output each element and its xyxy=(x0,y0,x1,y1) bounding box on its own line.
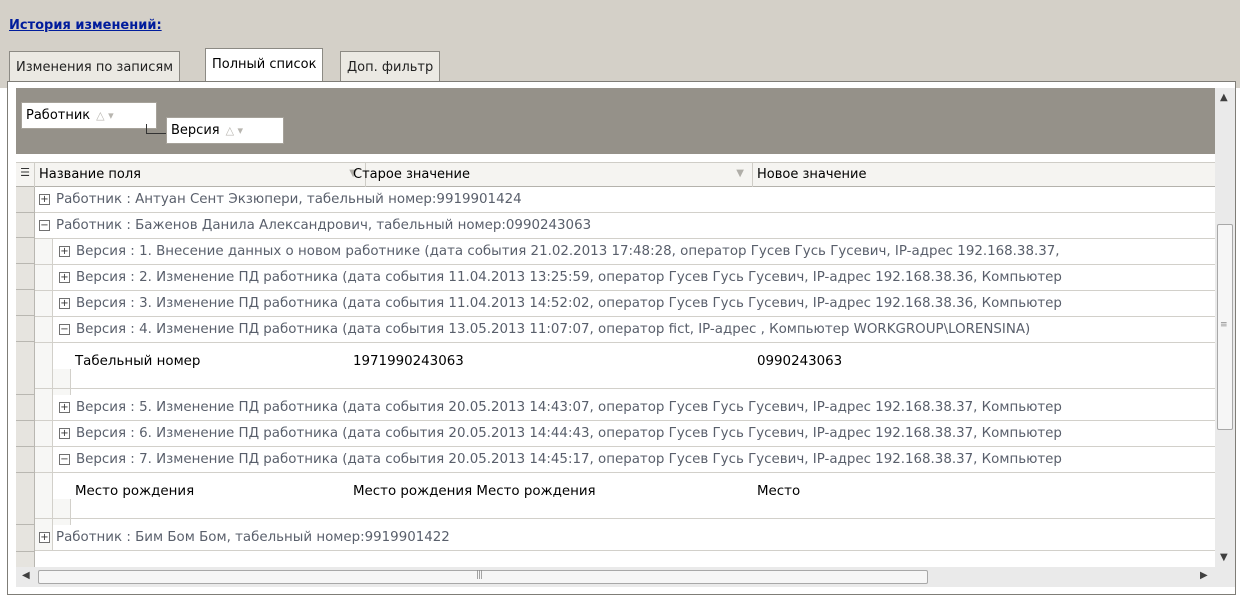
vertical-scroll-thumb[interactable]: ≡ xyxy=(1217,224,1233,430)
group-row-version[interactable]: + Версия : 3. Изменение ПД работника (дат… xyxy=(35,291,1215,317)
scrollbar-corner xyxy=(1215,567,1235,587)
grip-icon: ≡ xyxy=(1220,320,1227,330)
group-row-version[interactable]: − Версия : 4. Изменение ПД работника (дат… xyxy=(35,317,1215,343)
group-connector xyxy=(146,124,166,134)
column-header-row: Название поля ▼ Старое значение ▼ Новое зн… xyxy=(16,162,1215,187)
expand-icon[interactable]: + xyxy=(59,402,70,413)
group-row-text: Версия : 2. Изменение ПД работника (дата… xyxy=(76,270,1062,285)
collapse-icon[interactable]: − xyxy=(59,324,70,335)
cell-old-value: 1971990243063 xyxy=(353,354,464,369)
expand-icon[interactable]: + xyxy=(59,428,70,439)
indicator-divider xyxy=(16,551,35,552)
group-row-text: Работник : Антуан Сент Экзюпери, табельн… xyxy=(56,192,522,207)
history-title-link[interactable]: История изменений: xyxy=(9,18,162,33)
column-header-field-name[interactable]: Название поля ▼ xyxy=(35,163,366,187)
group-row-text: Версия : 5. Изменение ПД работника (дата… xyxy=(76,400,1062,415)
indicator-divider xyxy=(16,212,35,213)
indicator-divider xyxy=(16,237,35,238)
group-row-text: Работник : Баженов Данила Александрович,… xyxy=(56,218,592,233)
cell-field-name: Табельный номер xyxy=(75,354,201,369)
horizontal-scroll-thumb[interactable]: ||| xyxy=(38,570,928,584)
indicator-divider xyxy=(16,394,35,395)
expand-icon[interactable]: + xyxy=(59,272,70,283)
group-row-text: Работник : Бим Бом Бом, табельный номер:… xyxy=(56,530,450,545)
indicator-divider xyxy=(16,472,35,473)
group-row-worker[interactable]: + Работник : Бим Бом Бом, табельный номер… xyxy=(35,525,1215,551)
expand-icon[interactable]: + xyxy=(39,194,50,205)
column-header-label: Старое значение xyxy=(353,167,470,182)
indicator-divider xyxy=(16,524,35,525)
group-row-worker[interactable]: + Работник : Антуан Сент Экзюпери, табель… xyxy=(35,187,1215,213)
cell-new-value: Место xyxy=(757,484,801,499)
scroll-right-icon[interactable]: ▶ xyxy=(1200,570,1208,581)
indicator-divider xyxy=(16,315,35,316)
group-chip-worker[interactable]: Работник △ ▾ xyxy=(21,102,157,129)
cell-new-value: 0990243063 xyxy=(757,354,843,369)
indicator-divider xyxy=(16,289,35,290)
expand-icon[interactable]: + xyxy=(39,532,50,543)
row-indicator-column xyxy=(16,187,35,567)
group-row-version[interactable]: − Версия : 7. Изменение ПД работника (дат… xyxy=(35,447,1215,473)
indicator-divider xyxy=(16,446,35,447)
vertical-scrollbar[interactable]: ▲ ≡ ▼ xyxy=(1215,88,1235,567)
group-row-text: Версия : 6. Изменение ПД работника (дата… xyxy=(76,426,1062,441)
expand-icon[interactable]: + xyxy=(59,298,70,309)
column-header-old-value[interactable]: Старое значение ▼ xyxy=(349,163,753,187)
tab-changes-by-records[interactable]: Изменения по записям xyxy=(9,51,181,82)
column-header-new-value[interactable]: Новое значение xyxy=(753,163,1215,187)
grid-body: + Работник : Антуан Сент Экзюпери, табель… xyxy=(35,187,1215,567)
expand-icon[interactable]: + xyxy=(59,246,70,257)
header-band xyxy=(0,0,1240,88)
grip-icon: ||| xyxy=(476,570,483,580)
group-row-text: Версия : 4. Изменение ПД работника (дата… xyxy=(76,322,1031,337)
tab-full-list[interactable]: Полный список xyxy=(205,48,324,82)
table-row[interactable]: Табельный номер 1971990243063 0990243063 xyxy=(35,343,1215,389)
sort-arrows-icon: △ ▾ xyxy=(225,124,244,137)
collapse-icon[interactable]: − xyxy=(59,454,70,465)
group-row-text: Версия : 3. Изменение ПД работника (дата… xyxy=(76,296,1062,311)
scroll-left-icon[interactable]: ◀ xyxy=(22,570,30,581)
table-row[interactable]: Место рождения Место рождения Место рожд… xyxy=(35,473,1215,519)
group-row-version[interactable]: + Версия : 5. Изменение ПД работника (дат… xyxy=(35,395,1215,421)
group-chip-label: Версия xyxy=(171,123,220,138)
filter-dropdown-icon[interactable]: ▼ xyxy=(736,168,744,179)
sort-arrows-icon: △ ▾ xyxy=(96,109,114,122)
cell-old-value: Место рождения Место рождения xyxy=(353,484,596,499)
column-chooser-icon[interactable]: ☰ xyxy=(16,162,35,187)
column-header-label: Название поля xyxy=(39,167,141,182)
group-row-text: Версия : 1. Внесение данных о новом рабо… xyxy=(76,244,1060,259)
group-row-worker[interactable]: − Работник : Баженов Данила Александрович… xyxy=(35,213,1215,239)
group-chip-label: Работник xyxy=(26,108,91,123)
group-row-version[interactable]: + Версия : 2. Изменение ПД работника (дат… xyxy=(35,265,1215,291)
collapse-icon[interactable]: − xyxy=(39,220,50,231)
horizontal-scrollbar[interactable]: ◀ ||| ▶ xyxy=(16,567,1215,587)
group-row-version[interactable]: + Версия : 6. Изменение ПД работника (дат… xyxy=(35,421,1215,447)
group-row-text: Версия : 7. Изменение ПД работника (дата… xyxy=(76,452,1062,467)
tab-extra-filter[interactable]: Доп. фильтр xyxy=(340,51,441,82)
indicator-divider xyxy=(16,420,35,421)
indicator-divider xyxy=(16,263,35,264)
cell-field-name: Место рождения xyxy=(75,484,195,499)
group-chip-version[interactable]: Версия △ ▾ xyxy=(166,117,284,144)
scroll-down-icon[interactable]: ▼ xyxy=(1220,552,1228,563)
column-header-label: Новое значение xyxy=(757,167,867,182)
indicator-divider xyxy=(16,341,35,342)
scroll-up-icon[interactable]: ▲ xyxy=(1220,92,1228,103)
group-row-version[interactable]: + Версия : 1. Внесение данных о новом раб… xyxy=(35,239,1215,265)
